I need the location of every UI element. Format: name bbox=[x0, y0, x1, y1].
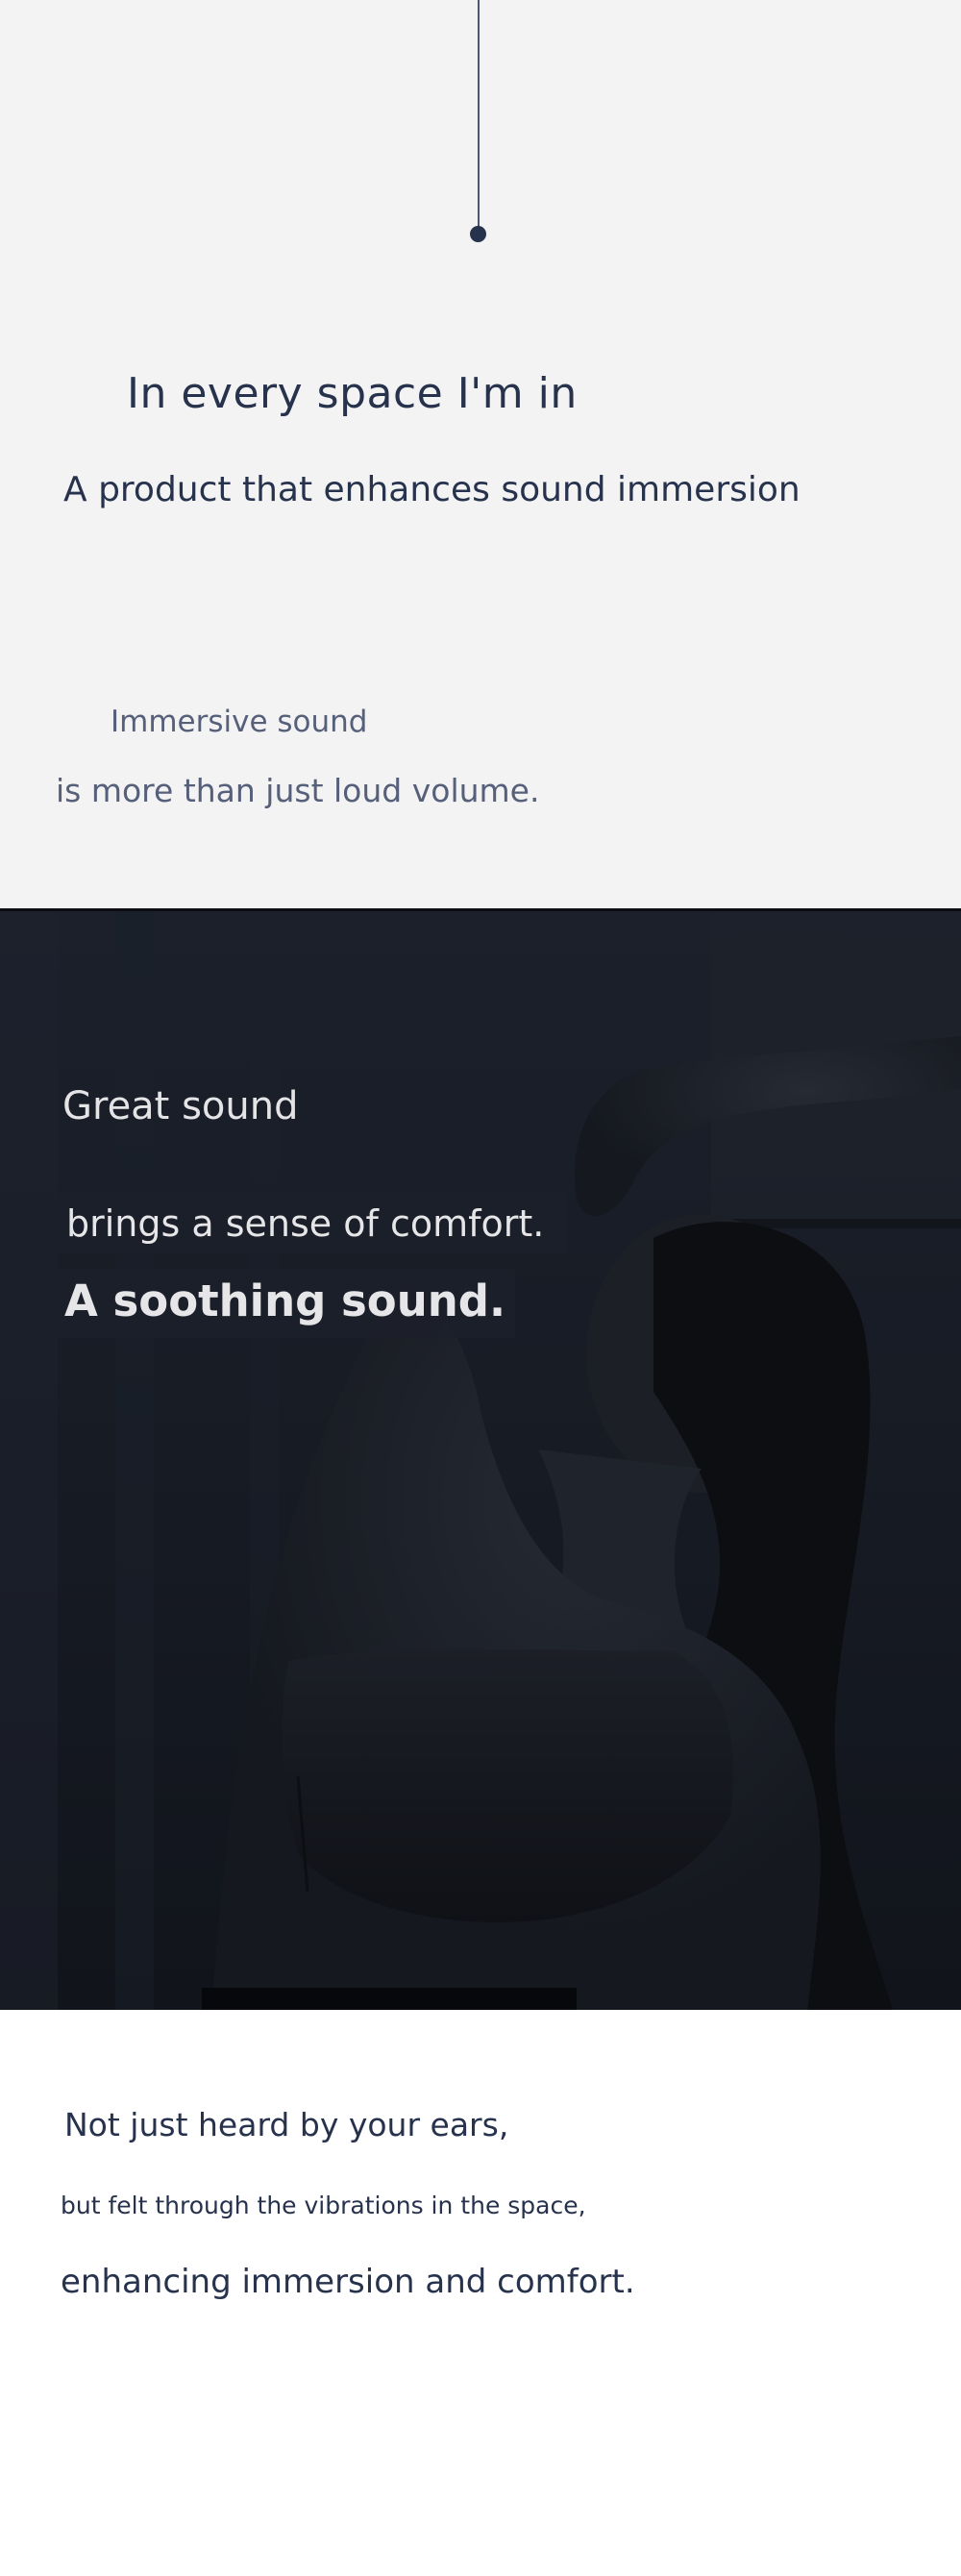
hero-section: Great sound brings a sense of comfort. A… bbox=[0, 908, 961, 2013]
page: In every space I'm in A product that enh… bbox=[0, 0, 961, 2576]
closing-line3: enhancing immersion and comfort. bbox=[61, 2263, 635, 2301]
closing-line2: but felt through the vibrations in the s… bbox=[61, 2192, 586, 2219]
woman-stretching-photo bbox=[0, 911, 961, 2013]
intro-heading: In every space I'm in bbox=[127, 369, 578, 418]
intro-subheading: A product that enhances sound immersion bbox=[63, 470, 801, 509]
timeline-line bbox=[478, 0, 480, 227]
closing-line1: Not just heard by your ears, bbox=[64, 2106, 509, 2143]
closing-section: Not just heard by your ears, but felt th… bbox=[0, 2010, 961, 2576]
hero-line-comfort: brings a sense of comfort. bbox=[66, 1202, 545, 1245]
hero-line-soothing: A soothing sound. bbox=[64, 1276, 506, 1326]
intro-tagline-line1: Immersive sound bbox=[111, 705, 368, 739]
hero-line-great-sound: Great sound bbox=[62, 1084, 299, 1128]
timeline-dot bbox=[470, 226, 486, 242]
intro-tagline-line2: is more than just loud volume. bbox=[56, 772, 540, 809]
intro-section: In every space I'm in A product that enh… bbox=[0, 0, 961, 910]
